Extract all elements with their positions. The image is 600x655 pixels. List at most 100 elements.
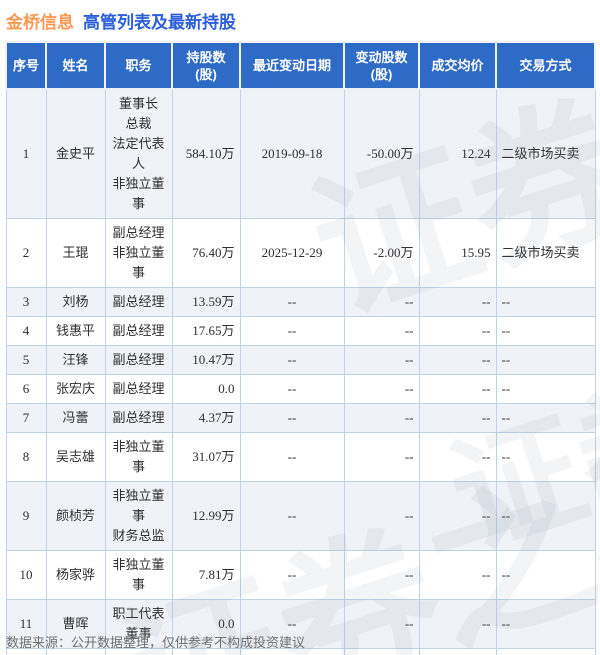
col-header-no: 序号 — [5, 41, 47, 90]
col-header-avg_price: 成交均价 — [418, 41, 497, 90]
cell-no: 8 — [5, 432, 47, 482]
cell-change_date: -- — [239, 432, 345, 482]
page-title: 金桥信息 高管列表及最新持股 — [6, 8, 236, 33]
stock-name: 金桥信息 — [6, 13, 74, 32]
cell-avg_price: -- — [418, 403, 497, 433]
cell-trade_type: -- — [495, 481, 596, 551]
cell-trade_type: -- — [495, 316, 596, 346]
cell-trade_type: -- — [495, 550, 596, 600]
table-row: 1 金史平 董事长 总裁 法定代表人 非独立董事 584.10万 2019-09-18-… — [5, 88, 596, 219]
cell-change_shares: -- — [343, 374, 420, 404]
table-row: 2 王琨 副总经理 非独立董事 76.40万 2025-12-29 -2.00万 15.95… — [5, 218, 596, 288]
table-row: 8 吴志雄 非独立董事 31.07万 -- -- -- -- — [5, 432, 596, 482]
cell-trade_type: 二级市场买卖 — [495, 88, 596, 219]
cell-position: 副总经理 — [104, 316, 173, 346]
cell-trade_type: -- — [495, 599, 596, 649]
col-header-trade_type: 交易方式 — [495, 41, 596, 90]
cell-no: 3 — [5, 287, 47, 317]
cell-change_date: -- — [239, 316, 345, 346]
col-header-change_date: 最近变动日期 — [239, 41, 345, 90]
cell-no: 4 — [5, 316, 47, 346]
cell-avg_price: -- — [418, 432, 497, 482]
cell-name: 杨家骅 — [45, 550, 106, 600]
cell-change_shares: -- — [343, 287, 420, 317]
cell-shares: 76.40万 — [171, 218, 241, 288]
cell-change_shares: -- — [343, 316, 420, 346]
table-row: 3 刘杨 副总经理 13.59万 -- -- -- -- — [5, 287, 596, 317]
cell-position: 副总经理 — [104, 345, 173, 375]
cell-avg_price: 15.95 — [418, 218, 497, 288]
cell-change_shares: -2.00万 — [343, 218, 420, 288]
cell-change_shares: -- — [343, 481, 420, 551]
col-header-change_shares: 变动股数 (股) — [343, 41, 420, 90]
cell-trade_type: -- — [495, 432, 596, 482]
table-row: 9 颜桢芳 非独立董事 财务总监 12.99万 -- -- -- -- — [5, 481, 596, 551]
cell-change_date: -- — [239, 550, 345, 600]
cell-avg_price: -- — [418, 316, 497, 346]
cell-avg_price: -- — [418, 599, 497, 649]
cell-position: 非独立董事 财务总监 — [104, 481, 173, 551]
cell-shares: 10.47万 — [171, 345, 241, 375]
cell-position: 副总经理 — [104, 287, 173, 317]
cell-avg_price: -- — [418, 648, 497, 655]
cell-name: 颜桢芳 — [45, 481, 106, 551]
cell-position: 副总经理 — [104, 374, 173, 404]
title-text: 高管列表及最新持股 — [83, 13, 236, 32]
cell-change_shares: -- — [343, 648, 420, 655]
table-row: 6 张宏庆 副总经理 0.0 -- -- -- -- — [5, 374, 596, 404]
cell-avg_price: 12.24 — [418, 88, 497, 219]
cell-trade_type: -- — [495, 345, 596, 375]
cell-change_date: 2025-12-29 — [239, 218, 345, 288]
cell-shares: 0.0 — [171, 374, 241, 404]
cell-trade_type: -- — [495, 374, 596, 404]
cell-change_shares: -- — [343, 599, 420, 649]
cell-name: 汪锋 — [45, 345, 106, 375]
cell-change_shares: -- — [343, 432, 420, 482]
cell-avg_price: -- — [418, 550, 497, 600]
cell-no: 6 — [5, 374, 47, 404]
cell-no: 2 — [5, 218, 47, 288]
col-header-position: 职务 — [104, 41, 173, 90]
cell-no: 10 — [5, 550, 47, 600]
cell-name: 张宏庆 — [45, 374, 106, 404]
cell-shares: 13.59万 — [171, 287, 241, 317]
cell-trade_type: -- — [495, 403, 596, 433]
cell-name: 钱惠平 — [45, 316, 106, 346]
data-source-note: 数据来源：公开数据整理，仅供参考不构成投资建议 — [6, 635, 306, 650]
cell-trade_type: 二级市场买卖 — [495, 218, 596, 288]
cell-avg_price: -- — [418, 287, 497, 317]
cell-position: 非独立董事 — [104, 550, 173, 600]
cell-change_shares: -- — [343, 403, 420, 433]
cell-trade_type: -- — [495, 648, 596, 655]
cell-shares: 584.10万 — [171, 88, 241, 219]
cell-change_shares: -- — [343, 345, 420, 375]
cell-shares: 7.81万 — [171, 550, 241, 600]
cell-shares: 4.37万 — [171, 403, 241, 433]
table-row: 5 汪锋 副总经理 10.47万 -- -- -- -- — [5, 345, 596, 375]
cell-avg_price: -- — [418, 345, 497, 375]
cell-shares: 12.99万 — [171, 481, 241, 551]
cell-name: 冯蕾 — [45, 403, 106, 433]
cell-change_shares: -50.00万 — [343, 88, 420, 219]
cell-no: 1 — [5, 88, 47, 219]
table-header-row: 序号 姓名 职务 持股数 (股) 最近变动日期 变动股数 (股) 成交均价 交易方式 — [5, 41, 596, 90]
page: 金桥信息 高管列表及最新持股 序号 姓名 职务 持股数 (股) 最近变动日期 变动股数 (股… — [0, 0, 600, 655]
cell-position: 非独立董事 — [104, 432, 173, 482]
cell-change_date: -- — [239, 374, 345, 404]
table-row: 10 杨家骅 非独立董事 7.81万 -- -- -- -- — [5, 550, 596, 600]
cell-change_shares: -- — [343, 550, 420, 600]
cell-change_date: -- — [239, 403, 345, 433]
cell-no: 9 — [5, 481, 47, 551]
cell-name: 吴志雄 — [45, 432, 106, 482]
cell-position: 副总经理 非独立董事 — [104, 218, 173, 288]
executive-holdings-table: 序号 姓名 职务 持股数 (股) 最近变动日期 变动股数 (股) 成交均价 交易方式 1 金史平… — [5, 41, 596, 655]
cell-change_date: -- — [239, 345, 345, 375]
cell-avg_price: -- — [418, 374, 497, 404]
col-header-name: 姓名 — [45, 41, 106, 90]
cell-name: 王琨 — [45, 218, 106, 288]
cell-name: 金史平 — [45, 88, 106, 219]
cell-change_date: -- — [239, 287, 345, 317]
cell-avg_price: -- — [418, 481, 497, 551]
cell-name: 刘杨 — [45, 287, 106, 317]
cell-position: 董事长 总裁 法定代表人 非独立董事 — [104, 88, 173, 219]
